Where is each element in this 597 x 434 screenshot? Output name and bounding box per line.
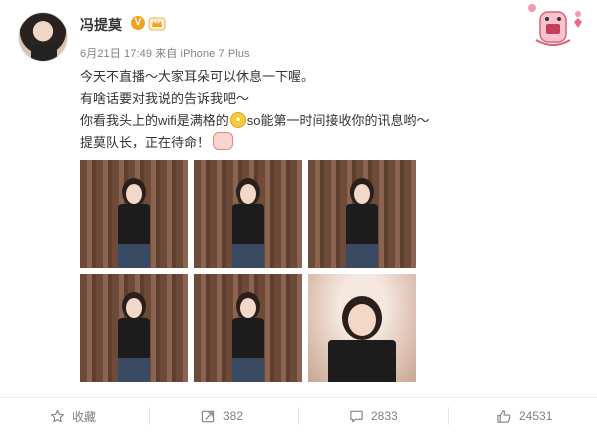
comment-icon	[350, 410, 363, 422]
weibo-post-card: 冯提莫 V 6月21日 17:49 来自 iPhone 7 Plus 今天不直播…	[0, 0, 597, 434]
comment-button[interactable]: 2833	[349, 398, 398, 434]
post-meta: 6月21日 17:49 来自 iPhone 7 Plus	[80, 48, 250, 60]
decorative-sticker-icon	[528, 4, 582, 46]
repost-button[interactable]: 382	[201, 398, 243, 434]
photo-4[interactable]	[80, 274, 188, 382]
photo-3[interactable]	[308, 160, 416, 268]
photo-2[interactable]	[194, 160, 302, 268]
post-text-line-1: 今天不直播～大家耳朵可以休息一下喔。	[80, 69, 315, 84]
action-separator	[298, 407, 299, 425]
member-crown-icon	[148, 17, 166, 31]
action-bar: 收藏 382 2833 24531	[0, 398, 597, 434]
post-text-line-2: 有啥话要对我说的告诉我吧～	[80, 91, 250, 106]
like-count: 24531	[519, 409, 553, 423]
post-text-line-3: 你看我头上的wifi是满格的 so能第一时间接收你的讯息哟～	[80, 110, 580, 132]
fear-face-emoji-icon	[229, 112, 246, 128]
post-text-line-3b: so能第一时间接收你的讯息哟～	[246, 113, 430, 128]
repost-icon	[201, 410, 215, 422]
like-button[interactable]: 24531	[496, 398, 552, 434]
favorite-button[interactable]: 收藏	[50, 398, 96, 434]
post-text-line-4: 提莫队长，正在待命！	[80, 132, 580, 154]
post-text-line-4a: 提莫队长，正在待命！	[80, 135, 211, 150]
photo-6[interactable]	[308, 274, 416, 382]
thumbs-up-icon	[497, 409, 511, 423]
action-separator	[448, 407, 449, 425]
photo-5[interactable]	[194, 274, 302, 382]
rabbit-sticker-emoji-icon	[213, 132, 234, 150]
favorite-label: 收藏	[72, 409, 97, 424]
action-separator	[149, 407, 150, 425]
verified-badge-icon: V	[131, 16, 145, 30]
post-text-line-3a: 你看我头上的wifi是满格的	[80, 113, 229, 128]
post-content: 今天不直播～大家耳朵可以休息一下喔。 有啥话要对我说的告诉我吧～ 你看我头上的w…	[80, 66, 580, 154]
avatar[interactable]	[18, 12, 68, 62]
username[interactable]: 冯提莫	[80, 15, 122, 35]
photo-1[interactable]	[80, 160, 188, 268]
star-icon	[51, 409, 64, 422]
comment-count: 2833	[371, 409, 398, 423]
repost-count: 382	[223, 409, 244, 423]
